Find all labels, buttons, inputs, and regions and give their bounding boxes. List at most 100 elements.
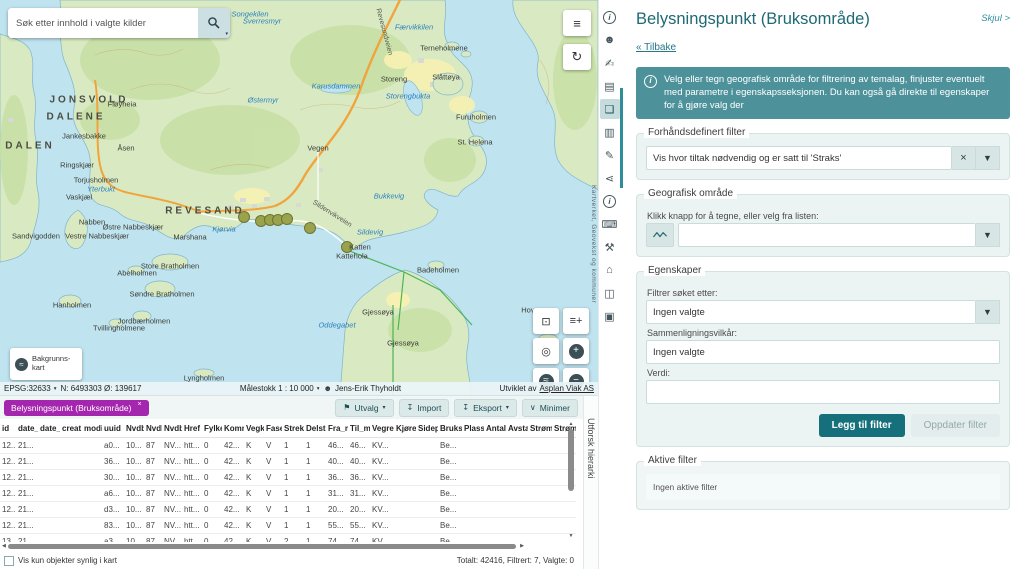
- column-header[interactable]: Til_m: [348, 419, 370, 438]
- column-header[interactable]: Sidep: [416, 419, 438, 438]
- light-point-marker[interactable]: [305, 223, 316, 234]
- map-refresh-button[interactable]: ↻: [563, 44, 591, 70]
- eksport-button[interactable]: ↧Eksport▾: [454, 399, 517, 417]
- column-header[interactable]: Vegre: [370, 419, 394, 438]
- geographic-area-input[interactable]: [678, 223, 976, 247]
- filter-by-input[interactable]: [646, 300, 976, 324]
- rail-item-pencil-icon[interactable]: ✎: [600, 145, 620, 165]
- table-cell: KV...: [370, 470, 394, 486]
- explore-hierarchy-tab[interactable]: Utforsk hierarki: [583, 396, 598, 569]
- rail-item-layers-icon[interactable]: ❏: [600, 99, 620, 119]
- table-vertical-scrollbar[interactable]: ▲ ▼: [567, 421, 575, 539]
- column-header[interactable]: Avsta: [506, 419, 528, 438]
- table-row[interactable]: 12...21...36...10...87NV...htt...042...K…: [0, 454, 576, 470]
- predefined-filter-dropdown-button[interactable]: ▼: [976, 146, 1000, 170]
- minimer-button[interactable]: ∨Minimer: [522, 399, 578, 417]
- panel-scrollbar[interactable]: [620, 88, 623, 188]
- import-button[interactable]: ↧Import: [399, 399, 450, 417]
- filter-by-dropdown-button[interactable]: ▼: [976, 300, 1000, 324]
- zoom-in-button[interactable]: +: [563, 338, 589, 364]
- table-row[interactable]: 12...21...a0...10...87NV...htt...042...K…: [0, 438, 576, 454]
- background-map-label: Bakgrunns-kart: [32, 355, 70, 372]
- column-header[interactable]: Nvdb: [124, 419, 144, 438]
- zoom-selection-button[interactable]: ⊡: [533, 308, 559, 334]
- clear-filter-button[interactable]: ×: [952, 146, 976, 170]
- table-cell: [528, 518, 552, 534]
- column-header[interactable]: Fra_m: [326, 419, 348, 438]
- column-header[interactable]: Antal: [484, 419, 506, 438]
- epsg-selector[interactable]: EPSG:32633▾: [4, 384, 56, 393]
- column-header[interactable]: Delst: [304, 419, 326, 438]
- column-header[interactable]: modif: [82, 419, 102, 438]
- predefined-filter-section: Forhåndsdefinert filter × ▼: [636, 133, 1010, 180]
- rail-item-clipboard-icon[interactable]: ▣: [600, 306, 620, 326]
- column-header[interactable]: Komn: [222, 419, 244, 438]
- column-header[interactable]: Href: [182, 419, 202, 438]
- layer-chip[interactable]: Belysningspunkt (Bruksområde) ×: [4, 400, 149, 416]
- map-menu-button[interactable]: ≡: [563, 10, 591, 36]
- developer-link[interactable]: Asplan Viak AS: [539, 384, 594, 393]
- rail-item-annotate-icon[interactable]: ✍: [600, 53, 620, 73]
- rail-item-chart-icon[interactable]: ▥: [600, 122, 620, 142]
- rail-item-tools-icon[interactable]: ⚒: [600, 237, 620, 257]
- table-cell: [528, 470, 552, 486]
- table-cell: [82, 470, 102, 486]
- layers-add-button[interactable]: ≡+: [563, 308, 589, 334]
- rail-item-info-icon[interactable]: i: [600, 7, 620, 27]
- table-cell: KV...: [370, 438, 394, 454]
- column-header[interactable]: Kjøre: [394, 419, 416, 438]
- table-row[interactable]: 12...21...d3...10...87NV...htt...042...K…: [0, 502, 576, 518]
- rail-item-home-icon[interactable]: ⌂: [600, 260, 620, 280]
- table-cell: [416, 534, 438, 543]
- hide-panel-link[interactable]: Skjul >: [981, 13, 1010, 24]
- column-header[interactable]: date_: [16, 419, 38, 438]
- light-point-marker[interactable]: [239, 212, 250, 223]
- globe-icon: ≈: [15, 358, 28, 371]
- table-horizontal-scrollbar[interactable]: ◀ ▶: [2, 543, 576, 550]
- utvalg-button[interactable]: ⚑Utvalg▾: [335, 399, 393, 417]
- column-header[interactable]: Fylke: [202, 419, 222, 438]
- column-header[interactable]: Strøm: [528, 419, 552, 438]
- rail-item-info-circle-icon[interactable]: i: [600, 191, 620, 211]
- column-header[interactable]: date_: [38, 419, 60, 438]
- draw-area-button[interactable]: [646, 223, 674, 247]
- value-input[interactable]: [646, 380, 1000, 404]
- rail-item-toolbox-icon[interactable]: ▤: [600, 76, 620, 96]
- geographic-area-dropdown-button[interactable]: ▼: [976, 223, 1000, 247]
- rail-item-share-icon[interactable]: ⋖: [600, 168, 620, 188]
- search-input[interactable]: [8, 8, 198, 38]
- visible-in-map-checkbox[interactable]: [4, 556, 14, 566]
- column-header[interactable]: Vegk: [244, 419, 264, 438]
- comparison-input[interactable]: [646, 340, 1000, 364]
- column-header[interactable]: Strek: [282, 419, 304, 438]
- close-icon[interactable]: ×: [137, 401, 141, 408]
- column-header[interactable]: Plass: [462, 419, 484, 438]
- add-filter-button[interactable]: Legg til filter: [819, 414, 905, 437]
- column-header[interactable]: Fase: [264, 419, 282, 438]
- user-icon: ☻: [324, 384, 332, 393]
- column-header[interactable]: Bruks: [438, 419, 462, 438]
- rail-item-book-icon[interactable]: ◫: [600, 283, 620, 303]
- table-row[interactable]: 13...21...a3...10...87NV...htt...042...K…: [0, 534, 576, 543]
- light-point-marker[interactable]: [342, 242, 353, 253]
- coordinates-readout: N: 6493303 Ø: 139617: [60, 384, 141, 393]
- scale-selector[interactable]: Målestokk 1 : 10 000▾: [240, 384, 320, 393]
- column-header[interactable]: Nvdb: [162, 419, 182, 438]
- light-point-marker[interactable]: [282, 214, 293, 225]
- column-header[interactable]: Nvdb: [144, 419, 162, 438]
- table-row[interactable]: 12...21...83...10...87NV...htt...042...K…: [0, 518, 576, 534]
- locate-button[interactable]: ◎: [533, 338, 559, 364]
- map-canvas[interactable]: JONSVOLDDALENEDALENREVESANDSongekilenSve…: [0, 0, 598, 395]
- table-row[interactable]: 12...21...30...10...87NV...htt...042...K…: [0, 470, 576, 486]
- search-button[interactable]: ▾: [198, 8, 230, 38]
- column-header[interactable]: creat: [60, 419, 82, 438]
- predefined-filter-input[interactable]: [646, 146, 952, 170]
- table-cell: 55...: [326, 518, 348, 534]
- back-link[interactable]: « Tilbake: [636, 42, 676, 53]
- column-header[interactable]: uuid: [102, 419, 124, 438]
- background-map-button[interactable]: ≈ Bakgrunns-kart: [10, 348, 82, 380]
- table-row[interactable]: 12...21...a6...10...87NV...htt...042...K…: [0, 486, 576, 502]
- column-header[interactable]: id: [0, 419, 16, 438]
- rail-item-keyboard-icon[interactable]: ⌨: [600, 214, 620, 234]
- rail-item-user-icon[interactable]: ☻: [600, 30, 620, 50]
